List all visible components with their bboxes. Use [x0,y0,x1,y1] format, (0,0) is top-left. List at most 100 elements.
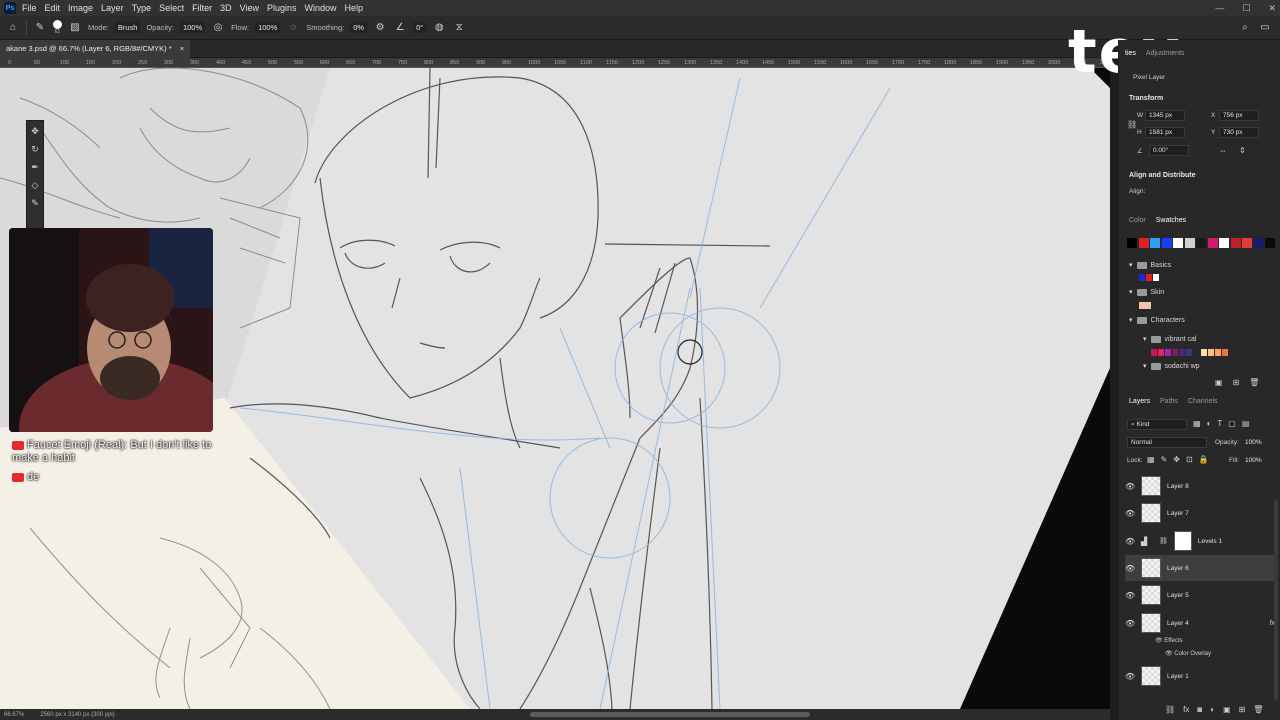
angle-input[interactable]: 0° [413,22,427,33]
lock-all-icon[interactable]: 🔒 [1199,455,1209,464]
minimize-button[interactable]: — [1215,3,1224,13]
new-group-icon[interactable]: ▣ [1215,378,1223,387]
visibility-eye-icon[interactable]: 👁 [1165,651,1173,657]
visibility-eye-icon[interactable]: 👁 [1125,619,1135,628]
swatch[interactable] [1219,238,1229,248]
brush-icon[interactable]: ✎ [27,195,43,211]
layer-row-selected[interactable]: 👁 Layer 6 [1125,555,1275,581]
swatch[interactable] [1173,238,1183,248]
swatch[interactable] [1196,238,1206,248]
adjustment-filter-icon[interactable]: ◐ [1207,419,1212,428]
swatch-group-basics[interactable]: ▾ Basics [1129,261,1171,269]
swatch[interactable] [1222,349,1228,356]
close-window-button[interactable]: ✕ [1268,3,1276,14]
menu-filter[interactable]: Filter [192,3,212,13]
swatch[interactable] [1165,349,1171,356]
type-filter-icon[interactable]: T [1217,419,1222,428]
swatch[interactable] [1161,238,1172,248]
flip-vertical-icon[interactable]: ⇕ [1239,146,1246,155]
adjustment-layer-icon[interactable]: ◐ [1210,705,1215,714]
lock-artboard-icon[interactable]: ⊡ [1186,455,1193,464]
pressure-opacity-icon[interactable]: ◎ [211,21,225,35]
horizontal-scrollbar[interactable] [530,712,810,717]
swatch[interactable] [1208,349,1214,356]
new-layer-icon[interactable]: ⊞ [1239,705,1246,714]
swatch[interactable] [1150,238,1160,248]
swatch[interactable] [1151,349,1157,356]
layer-row[interactable]: 👁 Layer 1 [1125,663,1275,689]
layer-row[interactable]: 👁 Layer 8 [1125,473,1275,499]
move-tool-icon[interactable]: ✥ [27,123,43,139]
angle-input[interactable]: 0.00° [1149,145,1189,156]
rotate-view-icon[interactable]: ↻ [27,141,43,157]
menu-image[interactable]: Image [68,3,93,13]
search-icon[interactable]: ⌕ [1238,21,1252,35]
brush-tool-icon[interactable]: ✎ [33,21,47,35]
menu-3d[interactable]: 3D [220,3,232,13]
transform-header[interactable]: Transform [1129,95,1163,102]
swatch[interactable] [1215,349,1221,356]
swatch[interactable] [1242,238,1252,248]
tab-adjustments[interactable]: Adjustments [1146,50,1185,57]
brush-settings-icon[interactable]: ▨ [68,21,82,35]
fx-button-icon[interactable]: fx [1183,705,1189,714]
menu-edit[interactable]: Edit [45,3,61,13]
layers-scrollbar[interactable] [1274,500,1278,700]
tab-swatches[interactable]: Swatches [1156,217,1186,224]
swatch-group-sodachi-wp[interactable]: ▾ sodachi wp [1143,362,1200,370]
brush-preset-picker[interactable]: 61 [53,20,62,35]
height-input[interactable]: 1581 px [1145,127,1185,138]
pen-tool-icon[interactable]: ✒ [27,159,43,175]
y-input[interactable]: 730 px [1219,127,1259,138]
pixel-filter-icon[interactable]: ▦ [1193,419,1201,428]
visibility-eye-icon[interactable]: 👁 [1125,591,1135,600]
tab-layers[interactable]: Layers [1129,398,1150,405]
swatch[interactable] [1138,238,1149,248]
link-layers-icon[interactable]: ⛓ [1165,705,1175,714]
add-mask-icon[interactable]: ◙ [1197,705,1202,714]
align-header[interactable]: Align and Distribute [1129,172,1196,179]
zoom-level[interactable]: 66.67% [4,712,24,718]
menu-window[interactable]: Window [305,3,337,13]
menu-view[interactable]: View [240,3,259,13]
home-icon[interactable]: ⌂ [6,21,20,35]
visibility-eye-icon[interactable]: 👁 [1125,509,1135,518]
effects-row[interactable]: 👁 Effects [1155,637,1183,644]
swatch[interactable] [1172,349,1178,356]
swatch[interactable] [1179,349,1185,356]
angle-icon[interactable]: ∠ [393,21,407,35]
flip-horizontal-icon[interactable]: ⇔ [1219,146,1227,155]
opacity-input[interactable]: 100% [179,22,206,33]
photoshop-logo[interactable]: Ps [4,2,16,14]
menu-plugins[interactable]: Plugins [267,3,297,13]
link-icon[interactable]: ⛓ [1159,537,1168,545]
swatch[interactable] [1265,238,1275,248]
lock-pixels-icon[interactable]: ✎ [1161,455,1168,464]
smoothing-input[interactable]: 0% [350,22,368,33]
visibility-eye-icon[interactable]: 👁 [1125,672,1135,681]
layer-filter-select[interactable]: ⌕ Kind [1127,419,1187,430]
swatch[interactable] [1184,238,1195,248]
menu-help[interactable]: Help [345,3,364,13]
new-group-icon[interactable]: ▣ [1223,705,1231,714]
airbrush-icon[interactable]: ◌ [286,21,300,35]
menu-file[interactable]: File [22,3,37,13]
swatch-group-vibrant-cal[interactable]: ▾ vibrant cal [1143,335,1196,343]
smart-object-filter-icon[interactable]: ▤ [1242,419,1250,428]
tab-properties[interactable]: ties [1125,50,1136,57]
swatch[interactable] [1146,274,1152,281]
link-icon[interactable]: ⛓ [1127,120,1137,129]
swatch[interactable] [1158,349,1164,356]
swatch[interactable] [1139,274,1145,281]
visibility-eye-icon[interactable]: 👁 [1125,482,1135,491]
swatch[interactable] [1153,274,1159,281]
visibility-eye-icon[interactable]: 👁 [1125,564,1135,573]
layer-row[interactable]: 👁 Layer 4 fx [1125,610,1275,636]
width-input[interactable]: 1345 px [1145,110,1185,121]
swatch[interactable] [1207,238,1218,248]
visibility-eye-icon[interactable]: 👁 [1125,537,1135,546]
trash-icon[interactable]: 🗑 [1253,705,1263,714]
layer-opacity-input[interactable]: 100% [1245,439,1262,446]
menu-layer[interactable]: Layer [101,3,124,13]
swatch-group-skin[interactable]: ▾ Skin [1129,288,1164,296]
